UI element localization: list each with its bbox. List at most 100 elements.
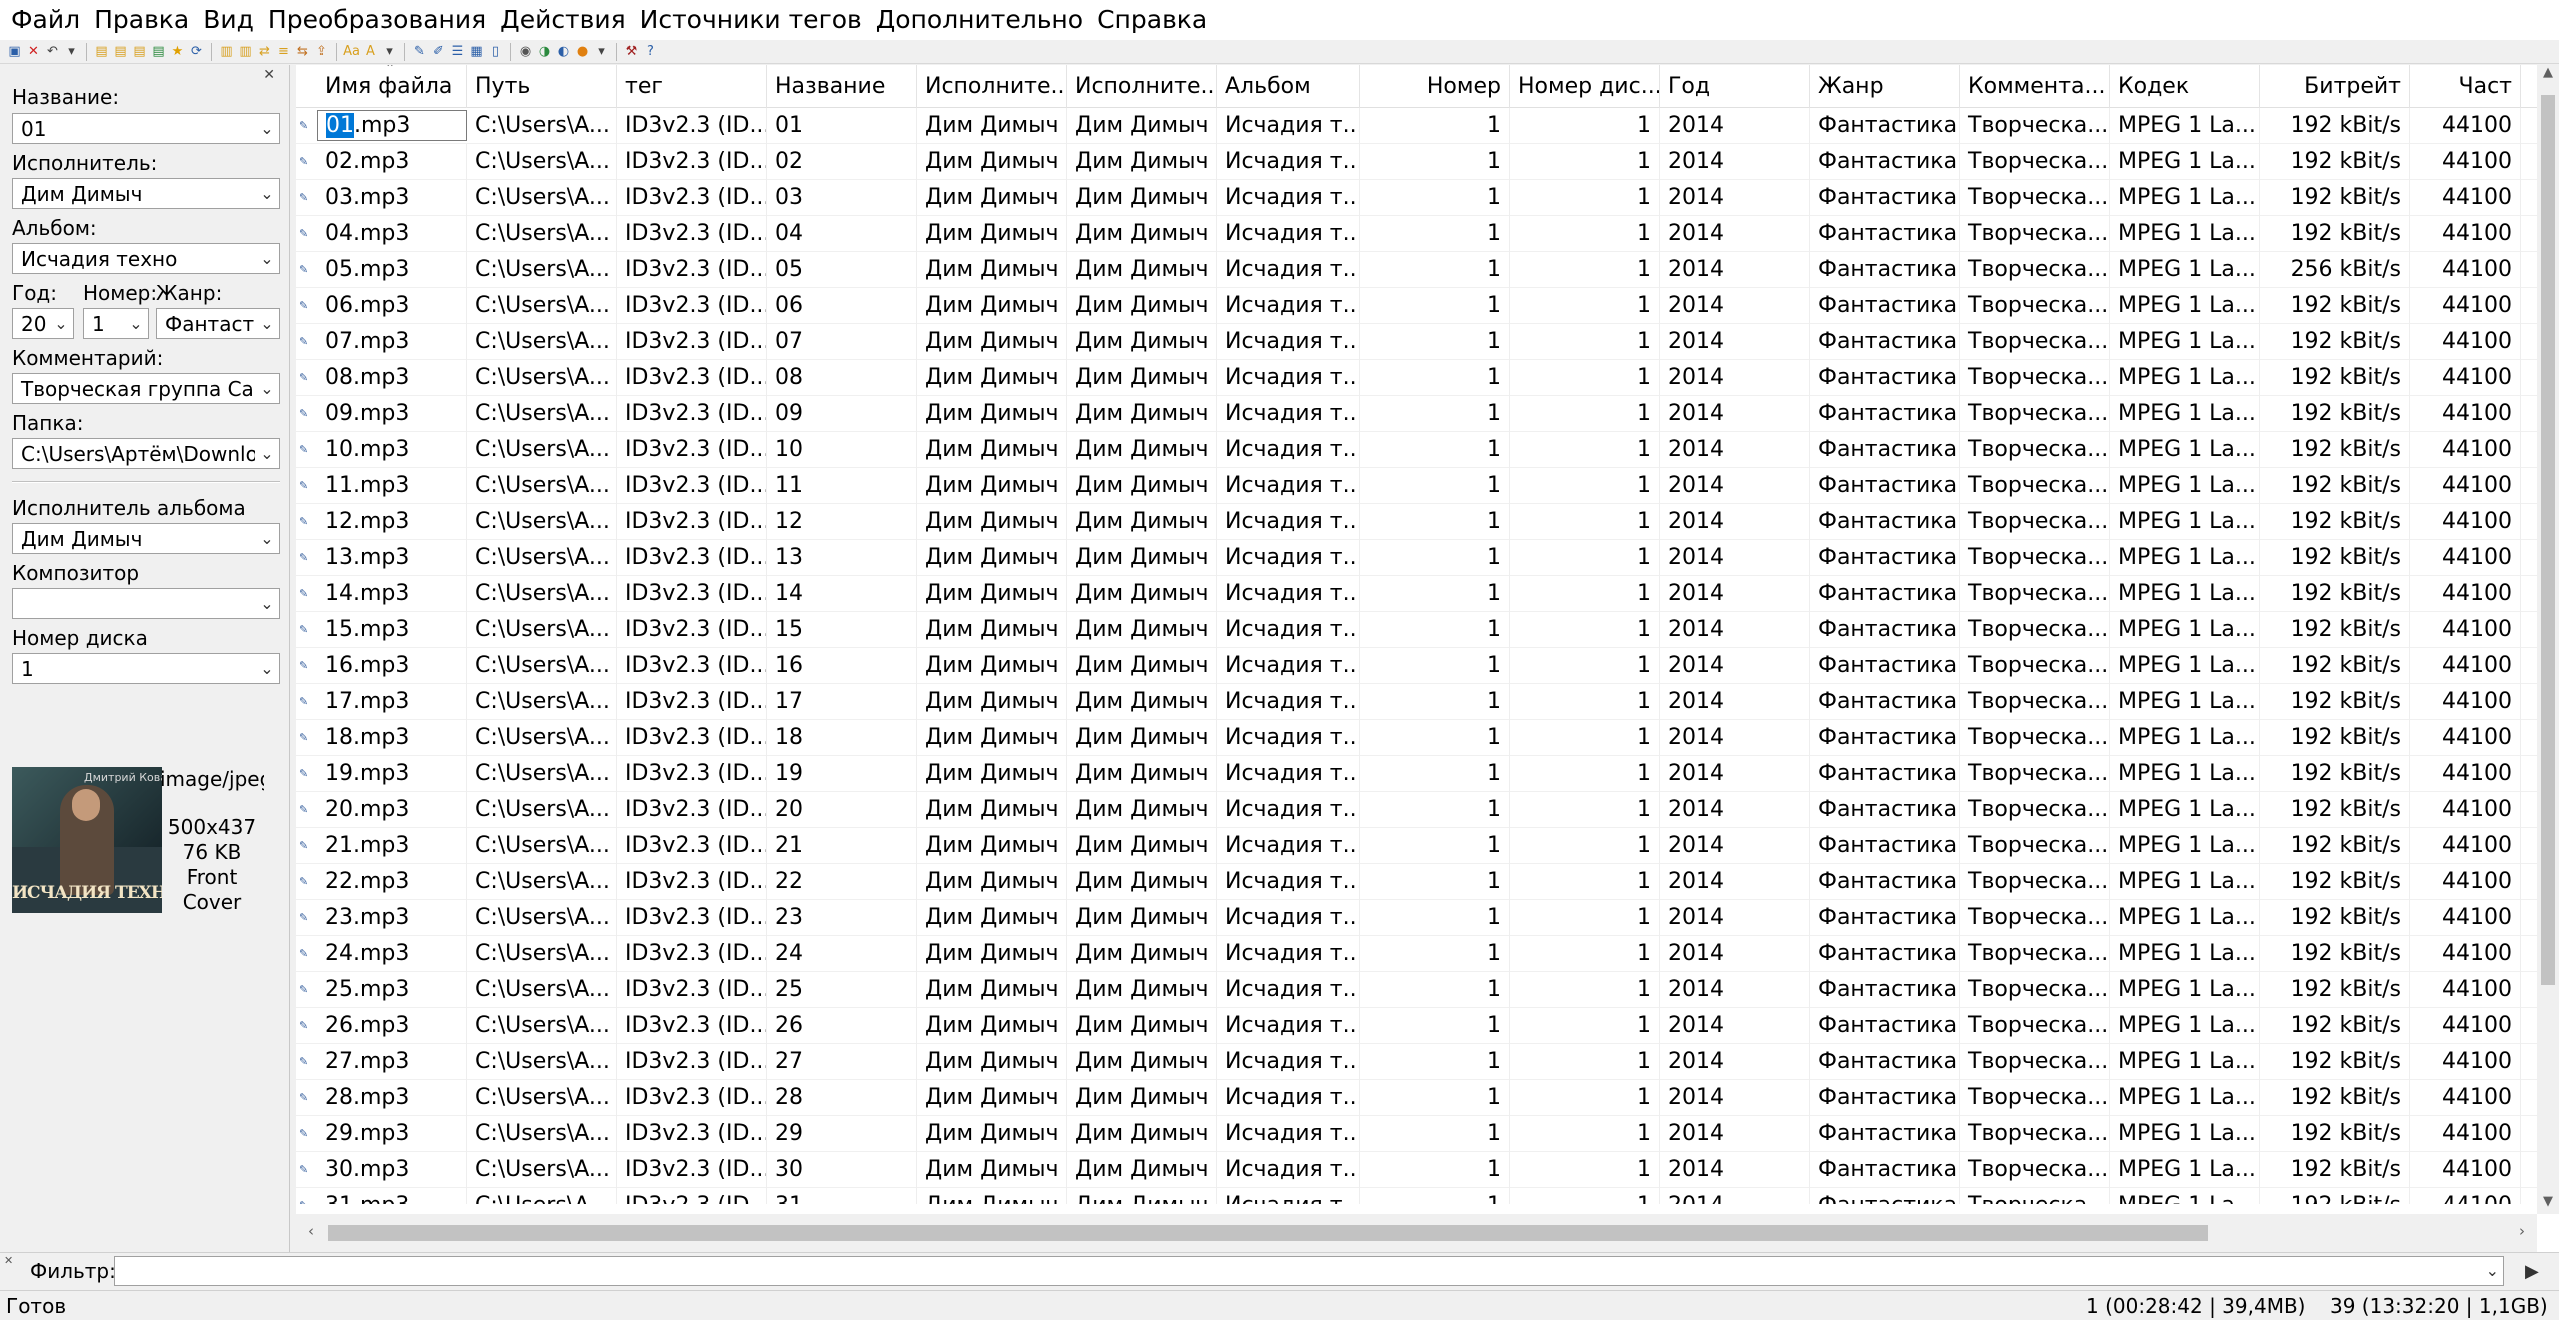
cell-genre[interactable]: Фантастика [1810,288,1960,324]
table-row[interactable]: ✎ 06.mp3 C:\Users\A... ID3v2.3 (ID... 06 Дим … [296,288,2559,324]
cell-genre[interactable]: Фантастика [1810,216,1960,252]
cell-comment[interactable]: Творческа... [1960,216,2110,252]
cell-bitrate[interactable]: 192 kBit/s [2260,612,2410,648]
cell-artist[interactable]: Дим Димыч [917,828,1067,864]
cell-album_artist[interactable]: Дим Димыч [1067,396,1217,432]
cell-freq[interactable]: 44100 [2410,108,2521,144]
cell-tag[interactable]: ID3v2.3 (ID... [617,1188,767,1204]
cell-tag[interactable]: ID3v2.3 (ID... [617,1044,767,1080]
cell-title[interactable]: 05 [767,252,917,288]
cell-path[interactable]: C:\Users\A... [467,972,617,1008]
table-row[interactable]: ✎ 01.mp3 C:\Users\A... ID3v2.3 (ID... 01 Дим … [296,108,2559,144]
cell-freq[interactable]: 44100 [2410,540,2521,576]
cell-artist[interactable]: Дим Димыч [917,252,1067,288]
cell-track[interactable]: 1 [1360,144,1510,180]
cell-genre[interactable]: Фантастика [1810,1188,1960,1204]
cell-artist[interactable]: Дим Димыч [917,648,1067,684]
cell-tag[interactable]: ID3v2.3 (ID... [617,612,767,648]
cell-album_artist[interactable]: Дим Димыч [1067,900,1217,936]
cell-path[interactable]: C:\Users\A... [467,828,617,864]
cell-title[interactable]: 26 [767,1008,917,1044]
cell-comment[interactable]: Творческа... [1960,288,2110,324]
cell-disc[interactable]: 1 [1510,252,1660,288]
cell-artist[interactable]: Дим Димыч [917,432,1067,468]
cell-disc[interactable]: 1 [1510,756,1660,792]
cell-bitrate[interactable]: 192 kBit/s [2260,288,2410,324]
cell-year[interactable]: 2014 [1660,324,1810,360]
cell-codec[interactable]: MPEG 1 La... [2110,1008,2260,1044]
cell-artist[interactable]: Дим Димыч [917,684,1067,720]
cell-bitrate[interactable]: 192 kBit/s [2260,360,2410,396]
cell-codec[interactable]: MPEG 1 La... [2110,1152,2260,1188]
cell-artist[interactable]: Дим Димыч [917,1044,1067,1080]
cell-genre[interactable]: Фантастика [1810,360,1960,396]
cell-tag[interactable]: ID3v2.3 (ID... [617,360,767,396]
cell-disc[interactable]: 1 [1510,1116,1660,1152]
cell-title[interactable]: 09 [767,396,917,432]
cell-genre[interactable]: Фантастика [1810,756,1960,792]
table-row[interactable]: ✎ 15.mp3 C:\Users\A... ID3v2.3 (ID... 15 Дим … [296,612,2559,648]
column-header-year[interactable]: Год [1660,65,1810,108]
cell-tag[interactable]: ID3v2.3 (ID... [617,1008,767,1044]
cell-title[interactable]: 13 [767,540,917,576]
cell-title[interactable]: 10 [767,432,917,468]
favorite-star-icon[interactable]: ★ [169,43,186,60]
cell-artist[interactable]: Дим Димыч [917,720,1067,756]
cell-freq[interactable]: 44100 [2410,468,2521,504]
cell-comment[interactable]: Творческа... [1960,468,2110,504]
cell-comment[interactable]: Творческа... [1960,1188,2110,1204]
cell-album[interactable]: Исчадия т... [1217,1080,1360,1116]
column-header-path[interactable]: Путь [467,65,617,108]
cell-artist[interactable]: Дим Димыч [917,972,1067,1008]
page-icon[interactable]: ▯ [487,43,504,60]
cell-freq[interactable]: 44100 [2410,972,2521,1008]
cell-disc[interactable]: 1 [1510,504,1660,540]
cell-year[interactable]: 2014 [1660,792,1810,828]
cell-genre[interactable]: Фантастика [1810,1152,1960,1188]
cell-freq[interactable]: 44100 [2410,504,2521,540]
folder-icon[interactable]: ▤ [131,43,148,60]
cell-title[interactable]: 12 [767,504,917,540]
table-row[interactable]: ✎ 12.mp3 C:\Users\A... ID3v2.3 (ID... 12 Дим … [296,504,2559,540]
genre-field[interactable]: Фантаст ⌄ [156,308,280,339]
cell-codec[interactable]: MPEG 1 La... [2110,396,2260,432]
cell-comment[interactable]: Творческа... [1960,936,2110,972]
cell-disc[interactable]: 1 [1510,612,1660,648]
cell-tag[interactable]: ID3v2.3 (ID... [617,252,767,288]
cell-album[interactable]: Исчадия т... [1217,396,1360,432]
cell-tag[interactable]: ID3v2.3 (ID... [617,648,767,684]
chevron-down-icon[interactable]: ⌄ [255,249,279,268]
cell-codec[interactable]: MPEG 1 La... [2110,432,2260,468]
cell-comment[interactable]: Творческа... [1960,792,2110,828]
composer-field[interactable]: ⌄ [12,588,280,619]
cell-codec[interactable]: MPEG 1 La... [2110,612,2260,648]
cell-disc[interactable]: 1 [1510,468,1660,504]
cell-codec[interactable]: MPEG 1 La... [2110,720,2260,756]
cell-filename[interactable]: 08.mp3 [317,360,467,396]
cell-track[interactable]: 1 [1360,972,1510,1008]
actions-dropdown-icon[interactable]: ▾ [381,43,398,60]
chevron-down-icon[interactable]: ⌄ [255,314,279,333]
cell-tag[interactable]: ID3v2.3 (ID... [617,1116,767,1152]
case-convert-icon[interactable]: Aa [343,43,360,60]
cell-path[interactable]: C:\Users\A... [467,1080,617,1116]
cell-comment[interactable]: Творческа... [1960,1008,2110,1044]
cell-artist[interactable]: Дим Димыч [917,504,1067,540]
tools-icon[interactable]: ⚒ [623,43,640,60]
horizontal-scrollbar[interactable]: ‹ › [296,1214,2537,1252]
chevron-down-icon[interactable]: ⌄ [255,184,279,203]
cell-album[interactable]: Исчадия т... [1217,972,1360,1008]
cell-filename[interactable]: 15.mp3 [317,612,467,648]
cell-codec[interactable]: MPEG 1 La... [2110,756,2260,792]
cell-album_artist[interactable]: Дим Димыч [1067,288,1217,324]
cell-year[interactable]: 2014 [1660,288,1810,324]
cell-codec[interactable]: MPEG 1 La... [2110,1188,2260,1204]
cell-genre[interactable]: Фантастика [1810,972,1960,1008]
cell-album[interactable]: Исчадия т... [1217,936,1360,972]
cell-track[interactable]: 1 [1360,756,1510,792]
cell-genre[interactable]: Фантастика [1810,900,1960,936]
cell-tag[interactable]: ID3v2.3 (ID... [617,828,767,864]
cell-album_artist[interactable]: Дим Димыч [1067,360,1217,396]
menu-item-0[interactable]: Файл [4,0,87,40]
cell-codec[interactable]: MPEG 1 La... [2110,648,2260,684]
